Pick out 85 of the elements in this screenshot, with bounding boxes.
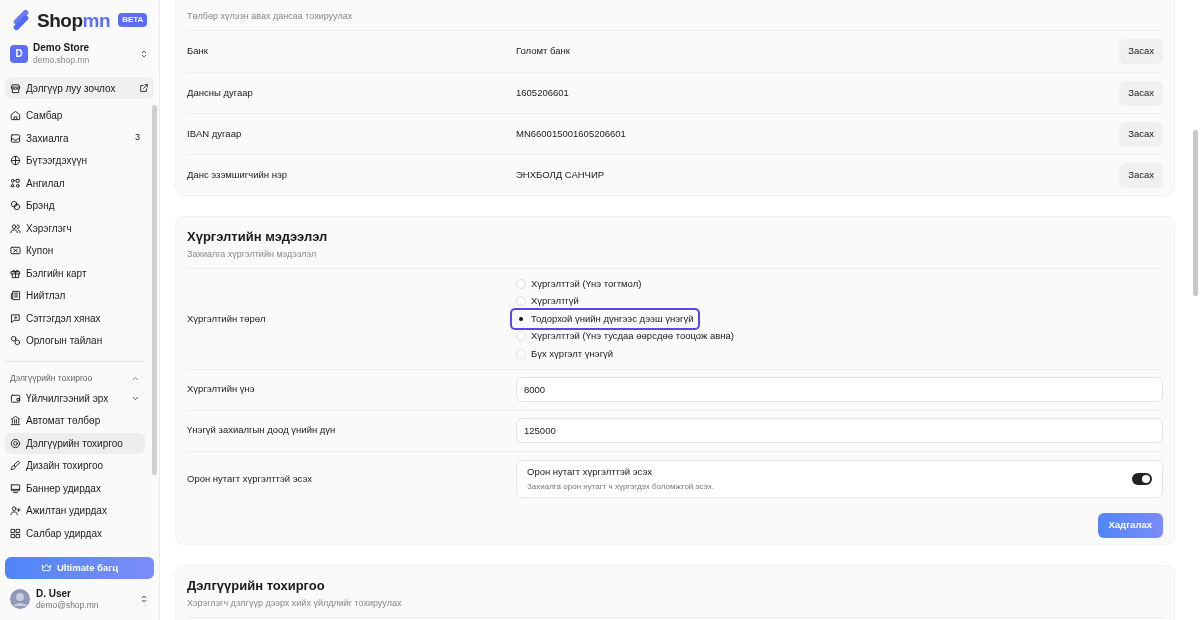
field-label: Банк (187, 44, 209, 59)
radio-option[interactable]: Хүргэлттэй (Үнэ тогтмол) (512, 275, 646, 293)
coins-icon (10, 335, 21, 347)
store-name: Demo Store (33, 42, 91, 55)
gift-icon (10, 267, 21, 279)
nav-item[interactable]: Салбар удирдах (5, 522, 145, 544)
store-avatar: D (10, 44, 28, 63)
home-icon (10, 110, 21, 122)
shapes-icon (10, 177, 21, 189)
field-value: MN660015001605206601 (516, 126, 627, 141)
input-field[interactable]: 125000 (516, 418, 1163, 443)
external-link-icon (139, 83, 149, 94)
toggle-title: Орон нутагт хүргэлттэй эсэх (527, 464, 653, 479)
nav-item[interactable]: Автомат төлбөр (5, 410, 145, 432)
radio-option[interactable]: Хүргэлттэй (Үнэ тусдаа өөрсдөө тооцож авна) (512, 327, 738, 345)
scrollbar[interactable] (1193, 130, 1198, 296)
grid-icon (10, 527, 21, 539)
brush-icon (10, 460, 21, 472)
user-plus-icon (10, 505, 21, 517)
toggle-switch[interactable] (1132, 473, 1152, 485)
inbox-icon (10, 132, 21, 144)
visit-store-button[interactable]: Дэлгүүр луу зочлох (5, 77, 154, 100)
toggle-description: Захиалга орон нутагт ч хүргэгдэх боломжтой эсэх. (527, 481, 715, 494)
nav-item[interactable]: Нийтлэл (5, 285, 145, 307)
beta-badge: BETA (118, 13, 148, 27)
avatar (10, 589, 30, 610)
bank-icon (10, 415, 21, 427)
nav-item[interactable]: Купон (5, 240, 145, 262)
brand-name: Shopmn (37, 10, 111, 30)
nav-item[interactable]: Хэрэглэгч (5, 217, 145, 239)
nav-item[interactable]: Бүтээгдэхүүн (5, 150, 145, 172)
nav-item[interactable]: Бэлгийн карт (5, 262, 145, 284)
field-value: Голомт банк (516, 44, 571, 59)
nav-item[interactable]: Баннер удирдах (5, 477, 145, 499)
section-toggle[interactable]: Дэлгүүрийн тохиргоо (5, 369, 145, 388)
field-value: 1605206601 (516, 85, 570, 100)
nav-item[interactable]: Брэнд (5, 195, 145, 217)
nav-item[interactable]: Ангилал (5, 172, 145, 194)
monitor-icon (10, 482, 21, 494)
nav-item[interactable]: Самбар (5, 105, 145, 127)
field-label: Орон нутагт хүргэлттэй эсэх (187, 471, 313, 486)
settings-icon (10, 437, 21, 449)
edit-button[interactable]: Засах (1119, 80, 1163, 106)
field-label: Хүргэлтийн төрөл (187, 311, 267, 326)
field-label: Дансны дугаар (187, 85, 254, 100)
nav-item[interactable]: Захиалга 3 (5, 127, 145, 149)
nav-item[interactable]: Дизайн тохиргоо (5, 455, 145, 477)
order-count: 3 (135, 131, 140, 145)
input-field[interactable]: 8000 (516, 377, 1163, 402)
chevrons-icon (139, 594, 149, 605)
nav-item[interactable]: Үйлчилгээний эрх (5, 387, 145, 409)
section-title: Дэлгүүрийн тохиргоо (187, 577, 326, 594)
ticket-icon (10, 245, 21, 257)
scrollbar[interactable] (152, 105, 157, 476)
section-subtitle: Захиалга хүргэлтийн мэдээлэл (187, 249, 318, 260)
nav-item[interactable]: Ажилтан удирдах (5, 500, 145, 522)
wallet-icon (10, 392, 21, 404)
store-domain: demo.shop.mn (33, 54, 91, 66)
edit-button[interactable]: Засах (1119, 39, 1163, 64)
package-icon (10, 155, 21, 167)
field-label: IBAN дугаар (187, 126, 243, 141)
users-icon (10, 222, 21, 234)
radio-option[interactable]: Тодорхой үнийн дүнгээс дээш үнэгүй (512, 310, 698, 328)
tag-icon (10, 200, 21, 212)
nav-item[interactable]: Дэлгүүрийн тохиргоо (5, 432, 145, 454)
chat-icon (10, 312, 21, 324)
crown-icon (40, 562, 52, 574)
field-value: ЭНХБОЛД САНЧИР (516, 167, 606, 182)
radio-option[interactable]: Бүх хүргэлт үнэгүй (512, 345, 618, 363)
newspaper-icon (10, 290, 21, 302)
user-name: D. User (36, 587, 72, 601)
nav-item[interactable]: Сэтгэгдэл хянах (5, 307, 145, 329)
field-label: Данс эзэмшигчийн нэр (187, 167, 289, 182)
field-label: Үнэгүй захиалгын доод үнийн дүн (187, 423, 337, 438)
radio-option[interactable]: Хүргэлтгүй (512, 292, 583, 310)
edit-button[interactable]: Засах (1119, 162, 1163, 188)
user-email: demo@shop.mn (36, 600, 100, 611)
chevrons-icon (139, 48, 149, 59)
store-icon (10, 82, 21, 94)
nav-item[interactable]: Орлогын тайлан (5, 330, 145, 352)
section-subtitle: Төлбөр хүлээн авах дансаа тохируулах (187, 11, 354, 22)
edit-button[interactable]: Засах (1119, 121, 1163, 147)
section-title: Хүргэлтийн мэдээлэл (187, 229, 329, 245)
section-subtitle: Хэрэглэгч дэлгүүр дээрх хийх үйлдлийг тохируулах (187, 597, 403, 609)
field-label: Хүргэлтийн үнэ (187, 382, 256, 397)
